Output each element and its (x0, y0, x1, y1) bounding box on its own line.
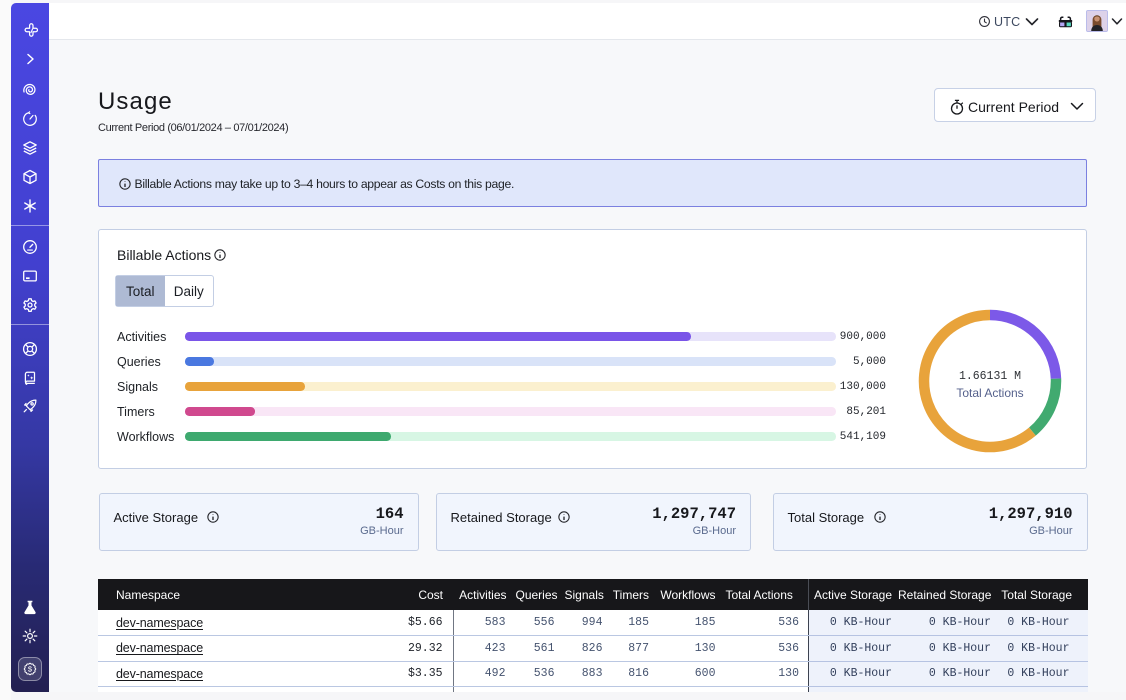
svg-text:$: $ (28, 665, 33, 674)
